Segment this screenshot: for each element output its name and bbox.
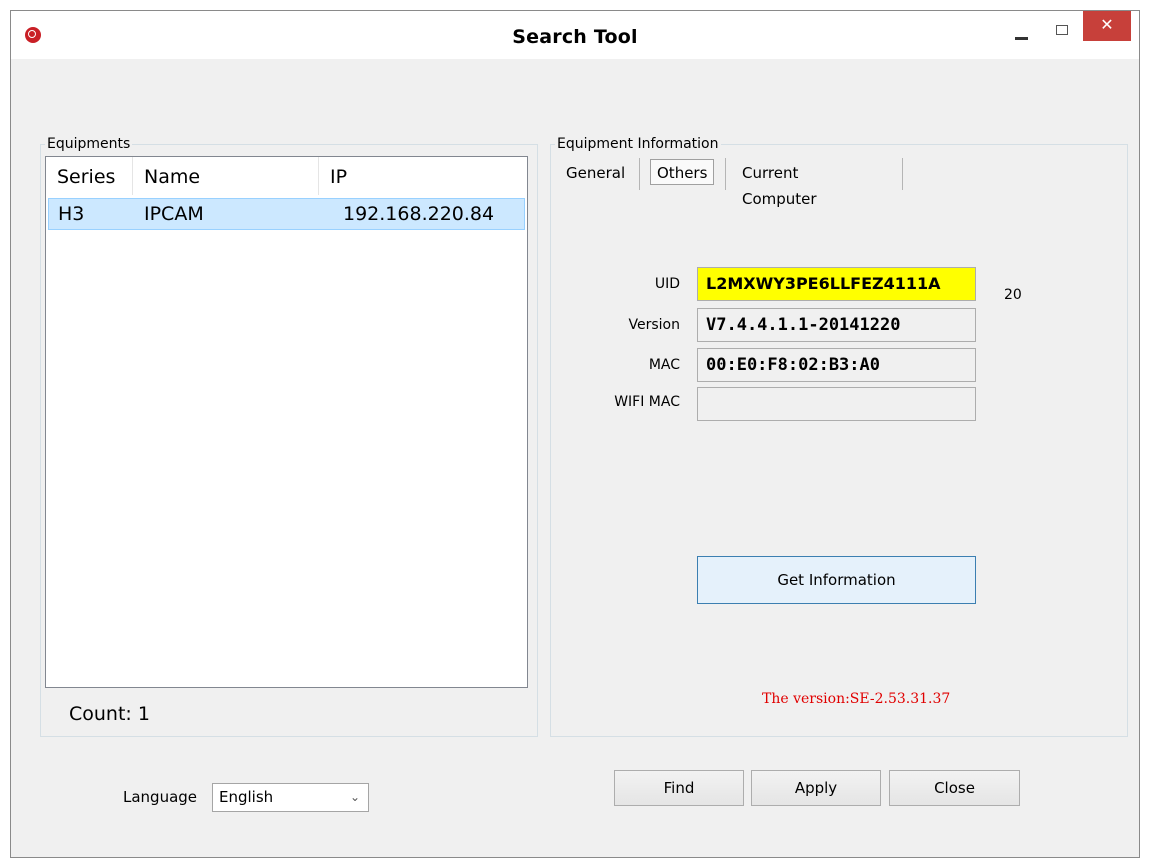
tab-others[interactable]: Others bbox=[650, 159, 715, 185]
column-header-ip[interactable]: IP bbox=[319, 157, 527, 195]
tab-divider bbox=[725, 158, 726, 190]
tab-current-computer[interactable]: Current Computer bbox=[742, 160, 817, 208]
row-name: IPCAM bbox=[144, 203, 204, 225]
chevron-down-icon: ⌄ bbox=[349, 790, 360, 804]
table-row[interactable]: H3 IPCAM 192.168.220.84 bbox=[48, 198, 525, 230]
uid-length: 20 bbox=[1004, 287, 1022, 303]
version-field[interactable]: V7.4.4.1.1-20141220 bbox=[697, 308, 976, 342]
version-note: The version:SE-2.53.31.37 bbox=[762, 691, 951, 707]
get-information-button[interactable]: Get Information bbox=[697, 556, 976, 604]
language-selected-value: English bbox=[219, 788, 274, 806]
language-label: Language bbox=[123, 788, 198, 806]
tab-general[interactable]: General bbox=[566, 160, 625, 186]
close-button[interactable]: Close bbox=[889, 770, 1020, 806]
window-title: Search Tool bbox=[512, 26, 638, 48]
equipments-group-title: Equipments bbox=[45, 136, 133, 152]
version-label: Version bbox=[628, 317, 680, 333]
uid-label: UID bbox=[654, 276, 680, 292]
find-button[interactable]: Find bbox=[614, 770, 744, 806]
title-bar[interactable]: Search Tool ✕ bbox=[11, 11, 1139, 59]
uid-field[interactable]: L2MXWY3PE6LLFEZ4111A bbox=[697, 267, 976, 301]
device-count: Count: 1 bbox=[69, 703, 150, 725]
search-tool-window: Search Tool ✕ Equipments Series Name IP … bbox=[10, 10, 1140, 858]
row-ip: 192.168.220.84 bbox=[343, 203, 495, 225]
tab-divider bbox=[902, 158, 903, 190]
column-header-name[interactable]: Name bbox=[133, 157, 319, 195]
equipment-info-group-title: Equipment Information bbox=[555, 136, 721, 152]
minimize-icon[interactable] bbox=[1015, 37, 1028, 40]
list-header: Series Name IP bbox=[46, 157, 527, 195]
apply-button[interactable]: Apply bbox=[751, 770, 881, 806]
mac-field[interactable]: 00:E0:F8:02:B3:A0 bbox=[697, 348, 976, 382]
tab-divider bbox=[639, 158, 640, 190]
equipment-list[interactable]: Series Name IP H3 IPCAM 192.168.220.84 bbox=[45, 156, 528, 688]
wifi-mac-label: WIFI MAC bbox=[614, 394, 680, 410]
language-select[interactable]: English ⌄ bbox=[212, 783, 369, 812]
equipment-info-group: Equipment Information bbox=[550, 136, 1128, 737]
wifi-mac-field[interactable] bbox=[697, 387, 976, 421]
maximize-icon[interactable] bbox=[1056, 25, 1068, 35]
close-window-button[interactable]: ✕ bbox=[1083, 11, 1131, 41]
mac-label: MAC bbox=[648, 357, 680, 373]
row-series: H3 bbox=[58, 203, 85, 225]
column-header-series[interactable]: Series bbox=[46, 157, 133, 195]
